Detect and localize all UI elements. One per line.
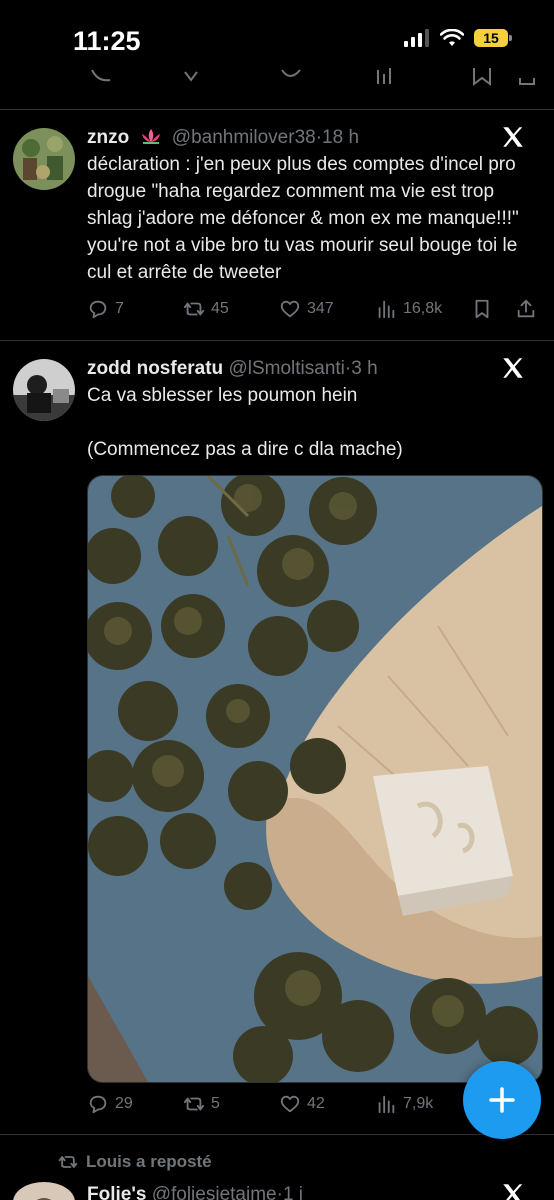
reply-count: 29 [115,1095,133,1112]
tweet-media-image[interactable] [87,475,543,1083]
author-name[interactable]: znzo [87,127,129,148]
repost-icon [58,1156,78,1168]
previous-tweet-actions [0,60,554,92]
lotus-emoji-icon [141,129,160,144]
signal-icon [404,29,429,47]
status-icons: 15 [404,29,512,47]
tweet-text: Ca va sblesser les poumon hein (Commence… [87,385,403,460]
like-button[interactable]: 42 [279,1093,325,1115]
author-name[interactable]: zodd nosferatu [87,358,223,379]
battery-indicator: 15 [474,29,512,47]
author-handle[interactable]: @lSmoltisanti [228,358,344,379]
author-handle[interactable]: @foliesjetaime [152,1184,277,1200]
status-time: 11:25 [73,26,141,56]
like-button[interactable]: 347 [279,298,334,320]
bookmark-button[interactable] [471,298,493,320]
avatar[interactable] [13,1182,75,1200]
tweet-card[interactable]: znzo @banhmilover38·18 h déclaration : j… [0,110,554,340]
compose-button[interactable] [463,1061,541,1139]
tweet-card[interactable]: Folie's @foliesjetaime·1 j [0,1178,554,1200]
tweet-header: znzo @banhmilover38·18 h [87,125,359,151]
avatar[interactable] [13,359,75,421]
repost-button[interactable]: 5 [183,1093,220,1115]
views-icon [378,300,395,319]
repost-icon [183,1097,205,1111]
wifi-icon [440,29,464,46]
tweet-header: Folie's @foliesjetaime·1 j [87,1182,303,1200]
tweet-time[interactable]: 18 h [322,127,359,148]
like-icon [280,300,300,318]
reply-count: 7 [115,300,124,317]
reply-icon [89,300,107,319]
bookmark-icon [475,299,489,319]
repost-button[interactable]: 45 [183,298,229,320]
author-handle[interactable]: @banhmilover38 [172,127,316,148]
compose-icon [489,1087,515,1113]
tweet-header: zodd nosferatu @lSmoltisanti·3 h [87,356,378,382]
tweet-actions: 7 45 347 16,8k [87,298,537,326]
author-name[interactable]: Folie's [87,1184,146,1200]
x-logo-icon [503,1184,523,1200]
like-count: 42 [307,1095,325,1112]
share-icon [517,299,535,318]
tweet-time[interactable]: 1 j [283,1184,303,1200]
avatar[interactable] [13,128,75,190]
reply-icon [89,1095,107,1114]
x-logo-icon [503,127,523,147]
views-button[interactable]: 7,9k [375,1093,433,1115]
repost-context-label: Louis a reposté [86,1152,212,1171]
repost-count: 5 [211,1095,220,1112]
like-count: 347 [307,300,334,317]
repost-icon [183,302,205,316]
reply-button[interactable]: 7 [87,298,124,320]
like-icon [280,1095,300,1113]
views-count: 7,9k [403,1095,434,1112]
views-count: 16,8k [403,300,443,317]
divider [0,1134,554,1135]
tweet-card[interactable]: zodd nosferatu @lSmoltisanti·3 h Ca va s… [0,341,554,1133]
repost-context[interactable]: Louis a reposté [58,1152,212,1172]
share-button[interactable] [515,298,537,320]
tweet-text: déclaration : j'en peux plus des comptes… [87,154,525,283]
tweet-time[interactable]: 3 h [351,358,377,379]
views-button[interactable]: 16,8k [375,298,442,320]
previous-actions-icons [91,68,535,86]
reply-button[interactable]: 29 [87,1093,133,1115]
views-icon [378,1095,395,1114]
repost-count: 45 [211,300,229,317]
x-logo-icon [503,358,523,378]
photo-content [88,476,542,1082]
